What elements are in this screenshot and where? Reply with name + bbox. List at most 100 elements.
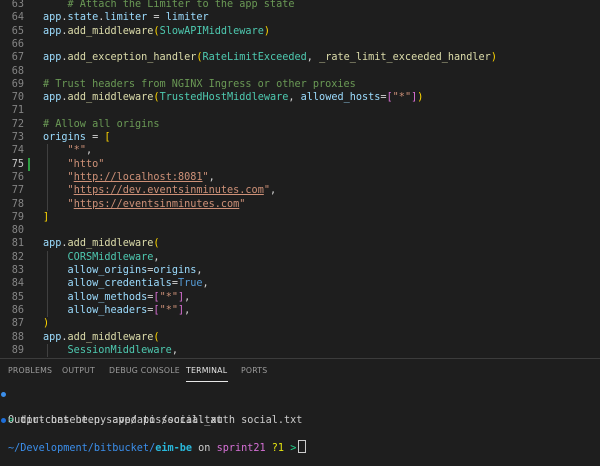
code-token: CORSMiddleware <box>67 251 154 263</box>
code-line[interactable]: 84 allow_credentials=True, <box>0 277 600 290</box>
line-number: 82 <box>11 251 24 263</box>
code-line[interactable]: 85 allow_methods=["*"], <box>0 291 600 304</box>
code-line[interactable]: 74 "*", <box>0 144 600 157</box>
code-line[interactable]: 75 "htto" <box>0 157 600 171</box>
code-editor[interactable]: 63 # Attach the Limiter to the app state… <box>0 0 600 358</box>
prompt-status-dot <box>1 418 6 423</box>
code-token: add_exception_handler <box>67 52 197 64</box>
code-token: ) <box>417 92 424 104</box>
line-number: 79 <box>11 211 24 223</box>
code-line[interactable]: 77 "https://dev.eventsinminutes.com", <box>0 184 600 197</box>
code-text: "htto" <box>43 158 105 171</box>
line-number: 80 <box>11 225 24 237</box>
line-number: 70 <box>11 92 24 104</box>
code-token: "htto" <box>67 158 105 170</box>
code-text: ] <box>43 211 49 224</box>
active-tab-indicator <box>186 381 228 382</box>
code-token: add_middleware <box>67 25 154 37</box>
code-line[interactable]: 83 allow_origins=origins, <box>0 264 600 277</box>
code-line[interactable]: 89 SessionMiddleware, <box>0 344 600 357</box>
prompt-repo: eim-be <box>155 443 193 454</box>
code-token: RateLimitExceeded <box>202 52 307 64</box>
code-token: app <box>43 331 62 343</box>
code-text: "https://eventsinminutes.com" <box>43 198 246 211</box>
code-token: app <box>43 25 62 37</box>
code-line[interactable]: 88 app.add_middleware( <box>0 331 600 344</box>
line-number: 66 <box>11 38 24 50</box>
code-line[interactable]: 73 origins = [ <box>0 131 600 144</box>
line-number: 63 <box>11 0 24 10</box>
command-status-dot <box>1 392 6 397</box>
code-line[interactable]: 66 <box>0 38 600 51</box>
code-token: "*" <box>67 145 86 157</box>
code-token: , <box>171 344 178 356</box>
line-number: 69 <box>11 78 24 90</box>
indent-guide <box>47 250 48 318</box>
code-token: ( <box>153 238 160 250</box>
code-line[interactable]: 68 <box>0 65 600 78</box>
code-token: allow_origins <box>67 265 148 276</box>
tab-ports[interactable]: PORTS <box>241 366 267 375</box>
code-line[interactable]: 87) <box>0 317 600 330</box>
code-line[interactable]: 63 # Attach the Limiter to the app state <box>0 0 600 11</box>
line-number: 67 <box>11 52 24 64</box>
terminal-output-line: Output has been saved to social.txt <box>0 401 600 426</box>
code-token: ( <box>153 331 160 343</box>
indent-guide <box>47 343 48 358</box>
code-line[interactable]: 71 <box>0 104 600 117</box>
code-text: app.add_middleware( <box>43 331 160 344</box>
code-line[interactable]: 79] <box>0 211 600 224</box>
line-number: 71 <box>11 105 24 117</box>
prompt-on: on <box>192 443 217 454</box>
code-token: allow_credentials <box>67 278 172 290</box>
code-token: https://dev.eventsinminutes.com <box>73 185 264 197</box>
line-number: 72 <box>11 118 24 130</box>
code-line[interactable]: 64 app.state.limiter = limiter <box>0 11 600 24</box>
line-number: 89 <box>11 344 24 356</box>
code-line[interactable]: 72 # Allow all origins <box>0 118 600 131</box>
tab-output[interactable]: OUTPUT <box>62 366 95 375</box>
code-line[interactable]: 67 app.add_exception_handler(RateLimitExc… <box>0 51 600 64</box>
code-line[interactable]: 82 CORSMiddleware, <box>0 251 600 264</box>
code-text: allow_methods=["*"], <box>43 291 191 304</box>
code-text: # Trust headers from NGINX Ingress or ot… <box>43 78 356 91</box>
code-token: [ <box>104 132 111 143</box>
code-line[interactable]: 65 app.add_middleware(SlowAPIMiddleware) <box>0 25 600 38</box>
tab-terminal[interactable]: TERMINAL <box>186 366 227 375</box>
git-modified-indicator[interactable] <box>28 157 30 171</box>
prompt-path: ~/Development/bitbucket/ <box>8 443 156 454</box>
code-token: , <box>208 171 215 183</box>
tab-problems[interactable]: PROBLEMS <box>8 366 52 375</box>
code-token: , <box>202 278 209 290</box>
tab-debug-console[interactable]: DEBUG CONSOLE <box>109 366 180 375</box>
code-token: add_middleware <box>67 331 154 343</box>
prompt-git-status: ?1 <box>271 443 285 454</box>
code-token: , <box>306 52 320 64</box>
code-line[interactable]: 86 allow_headers=["*"], <box>0 304 600 317</box>
code-line[interactable]: 81 app.add_middleware( <box>0 237 600 250</box>
code-line[interactable]: 69 # Trust headers from NGINX Ingress or … <box>0 78 600 91</box>
code-line[interactable]: 70 app.add_middleware(TrustedHostMiddlewa… <box>0 91 600 104</box>
code-token: app <box>43 92 62 104</box>
code-text: allow_origins=origins, <box>43 264 203 277</box>
code-token: "*" <box>159 291 178 303</box>
code-text: # Allow all origins <box>43 118 160 131</box>
code-token: ) <box>43 318 50 330</box>
code-line[interactable]: 80 <box>0 224 600 237</box>
code-token: allow_methods <box>67 291 148 303</box>
indent-guide <box>47 144 48 211</box>
code-token: "*" <box>159 304 178 316</box>
line-number: 87 <box>11 318 24 330</box>
code-token: SlowAPIMiddleware <box>159 25 264 37</box>
code-line[interactable]: 78 "https://eventsinminutes.com" <box>0 198 600 211</box>
code-token: _rate_limit_exceeded_handler <box>319 52 491 64</box>
code-token: origins <box>43 132 86 143</box>
code-token: , <box>184 291 191 303</box>
code-token: , <box>196 265 203 276</box>
code-line[interactable]: 76 "http://localhost:8081", <box>0 171 600 184</box>
line-number: 65 <box>11 25 24 37</box>
line-number: 83 <box>11 265 24 276</box>
code-token: , <box>184 304 191 316</box>
code-text: app.add_middleware(SlowAPIMiddleware) <box>43 25 270 38</box>
terminal-prompt-line[interactable]: ~/Development/bitbucket/eim-be on sprint… <box>0 414 600 454</box>
